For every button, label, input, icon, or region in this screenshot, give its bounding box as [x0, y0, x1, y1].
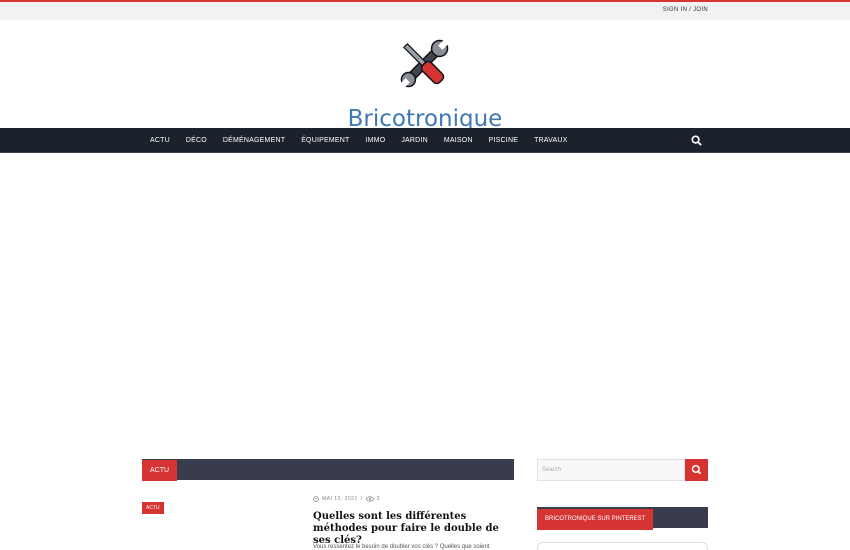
meta-separator: / [360, 496, 363, 502]
nav-item-maison[interactable]: MAISON [436, 137, 481, 144]
sidebar-search-input[interactable]: Search [537, 459, 685, 481]
sidebar-widget-header: BRICOTRONIQUE SUR PINTEREST [537, 507, 708, 530]
sidebar-search-button[interactable] [685, 459, 708, 481]
eye-icon [365, 496, 374, 502]
sign-in-link[interactable]: SIGN IN / JOIN [663, 7, 708, 13]
ad-space [0, 153, 850, 459]
search-icon[interactable] [691, 135, 702, 146]
section-title[interactable]: ACTU [142, 460, 178, 481]
nav-menu: ACTU DÉCO DÉMÉNAGEMENT ÉQUIPEMENT IMMO J… [142, 128, 576, 153]
nav-item-actu[interactable]: ACTU [142, 137, 178, 144]
nav-item-immo[interactable]: IMMO [357, 137, 393, 144]
post-excerpt: Vous ressentez le besoin de doubler vos … [313, 544, 490, 550]
top-bar: SIGN IN / JOIN [0, 0, 850, 20]
widget-title: BRICOTRONIQUE SUR PINTEREST [537, 509, 654, 530]
nav-item-deco[interactable]: DÉCO [178, 137, 215, 144]
section-header: ACTU [142, 459, 514, 481]
nav-item-travaux[interactable]: TRAVAUX [526, 137, 575, 144]
pinterest-widget[interactable] [537, 542, 708, 550]
post-date: MAI 13, 2021 [322, 496, 358, 502]
nav-item-equipement[interactable]: ÉQUIPEMENT [293, 137, 357, 144]
main-navigation: ACTU DÉCO DÉMÉNAGEMENT ÉQUIPEMENT IMMO J… [0, 128, 850, 153]
post-title[interactable]: Quelles sont les différentes méthodes po… [313, 511, 509, 547]
tools-logo-icon[interactable] [396, 34, 452, 94]
clock-icon [313, 496, 319, 502]
nav-item-piscine[interactable]: PISCINE [481, 137, 526, 144]
nav-item-demenagement[interactable]: DÉMÉNAGEMENT [215, 137, 293, 144]
search-icon [691, 464, 702, 475]
post-meta: MAI 13, 2021 / 3 [313, 496, 380, 502]
category-badge[interactable]: ACTU [142, 502, 164, 514]
site-header: Bricotronique [0, 20, 850, 132]
nav-item-jardin[interactable]: JARDIN [393, 137, 435, 144]
post-views: 3 [376, 496, 380, 502]
